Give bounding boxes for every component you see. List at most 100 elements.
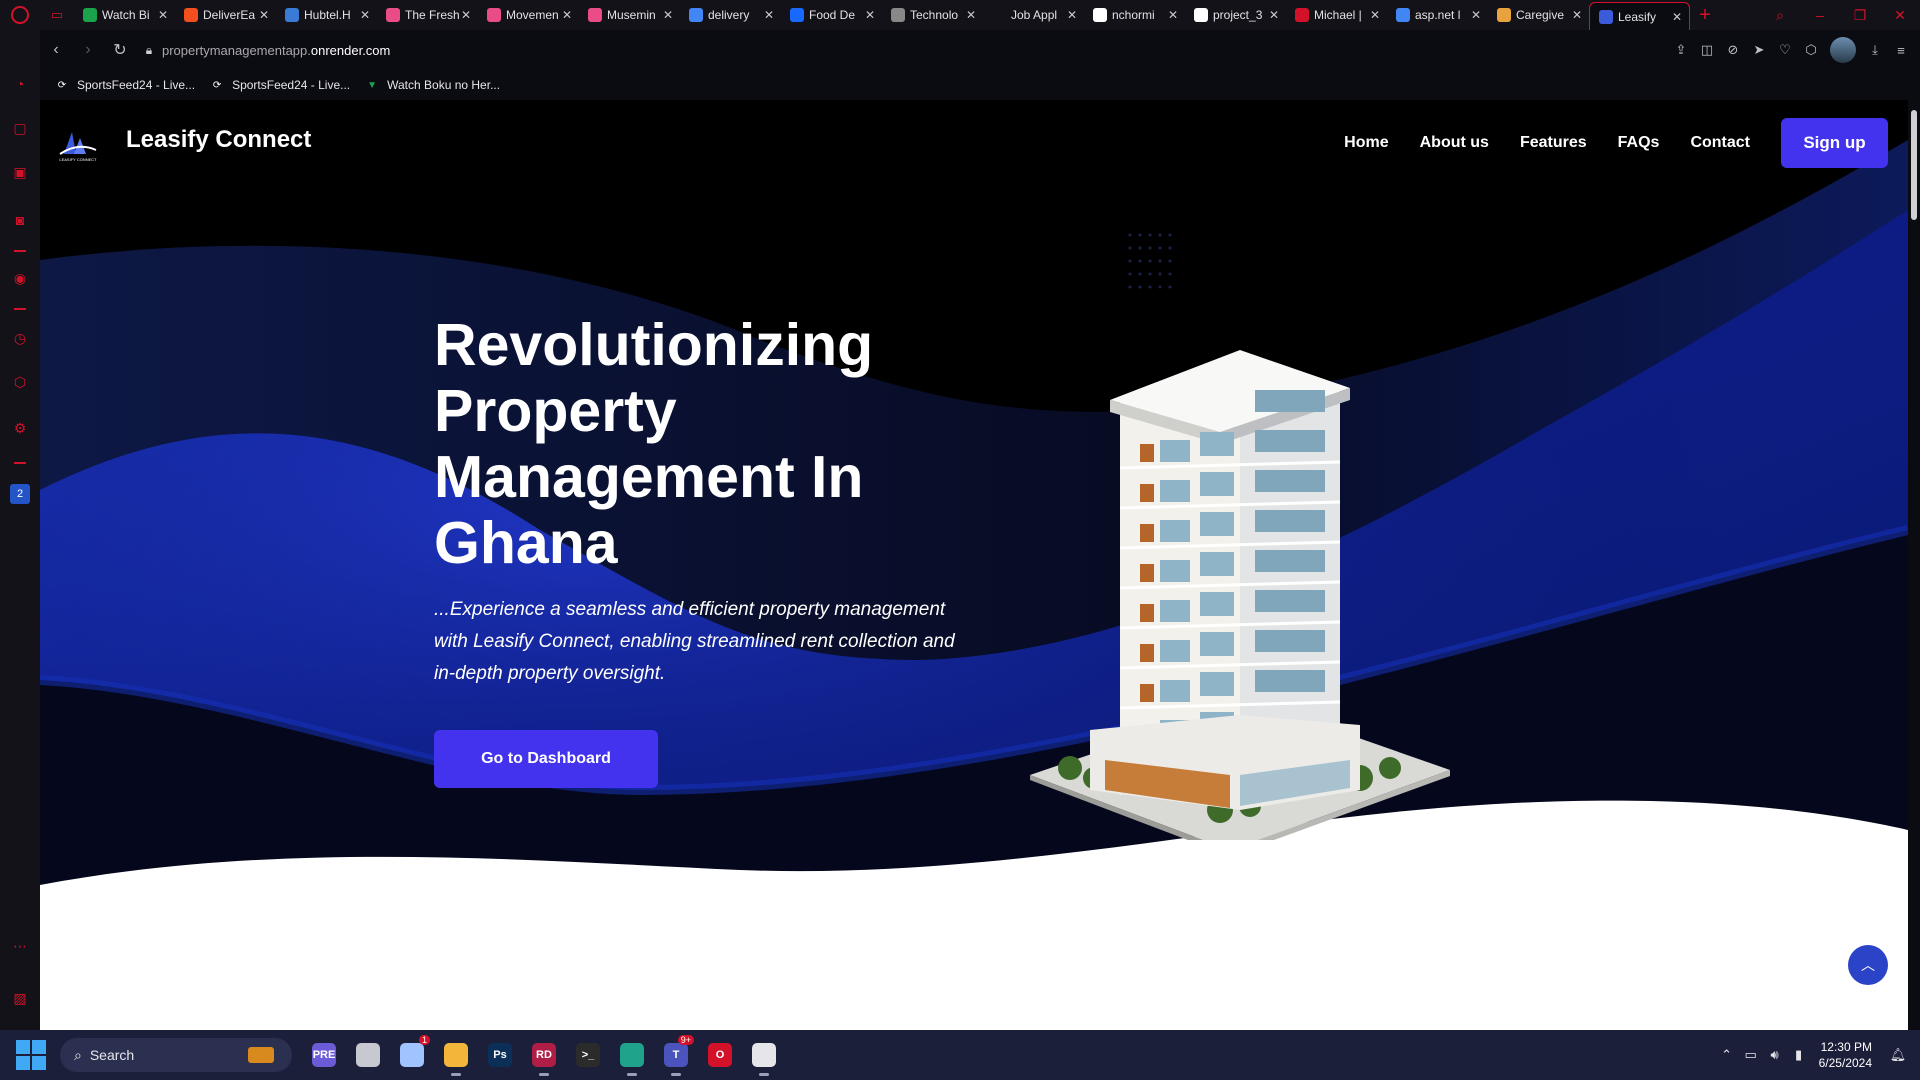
tab-close-icon[interactable]: ✕ — [156, 8, 170, 22]
browser-tab[interactable]: Watch Bi ✕ — [74, 2, 175, 28]
taskbar-app-weather[interactable]: 1 — [390, 1033, 434, 1077]
browser-tab[interactable]: nchormi ✕ — [1084, 2, 1185, 28]
tab-close-icon[interactable]: ✕ — [1166, 8, 1180, 22]
volume-icon[interactable]: 🔊︎ — [1763, 1047, 1787, 1063]
browser-tab[interactable]: project_3 ✕ — [1185, 2, 1286, 28]
taskbar-app-rider[interactable]: RD — [522, 1033, 566, 1077]
extensions-box-icon[interactable]: ⬡ — [10, 372, 30, 392]
easy-setup-icon[interactable]: ≡ — [1888, 43, 1914, 58]
workspace-2-icon[interactable]: 2 — [10, 484, 30, 504]
tab-close-icon[interactable]: ✕ — [560, 8, 574, 22]
url-field[interactable]: propertymanagementapp.onrender.com — [162, 43, 390, 58]
nav-features[interactable]: Features — [1520, 134, 1587, 152]
download-icon[interactable]: ⤓ — [1862, 42, 1888, 58]
taskbar-app-file-explorer[interactable] — [434, 1033, 478, 1077]
opera-logo-icon[interactable] — [0, 0, 40, 30]
instagram-icon[interactable]: ◙ — [10, 210, 30, 230]
start-button[interactable] — [16, 1040, 46, 1070]
tab-title: Watch Bi — [102, 8, 150, 22]
twitch-icon[interactable]: ▣ — [10, 162, 30, 182]
leasify-logo-icon[interactable]: LEASIFY CONNECT — [54, 120, 102, 164]
taskbar-app-file-viewer[interactable] — [346, 1033, 390, 1077]
tab-close-icon[interactable]: ✕ — [964, 8, 978, 22]
go-to-dashboard-button[interactable]: Go to Dashboard — [434, 730, 658, 788]
workspaces-icon[interactable]: ▭ — [40, 0, 74, 30]
tab-close-icon[interactable]: ✕ — [1267, 8, 1281, 22]
gallery-icon[interactable]: ▨ — [10, 988, 30, 1008]
close-window-button[interactable]: ✕ — [1880, 7, 1920, 24]
nav-faqs[interactable]: FAQs — [1618, 134, 1660, 152]
browser-tab[interactable]: Movemen ✕ — [478, 2, 579, 28]
reload-button[interactable]: ↻ — [104, 40, 136, 60]
snapshot-icon[interactable]: ◫ — [1694, 42, 1720, 58]
bookmark-heart-icon[interactable]: ♡ — [1772, 42, 1798, 58]
extensions-icon[interactable]: ⬡ — [1798, 42, 1824, 58]
shopping-icon[interactable]: ▢ — [10, 118, 30, 138]
tab-close-icon[interactable]: ✕ — [661, 8, 675, 22]
bookmark-item[interactable]: ⟳ SportsFeed24 - Live... — [209, 77, 350, 93]
taskbar-app-edge[interactable] — [610, 1033, 654, 1077]
lock-icon[interactable]: 🔒︎ — [136, 43, 162, 58]
brand-name[interactable]: Leasify Connect — [126, 126, 311, 154]
taskbar-search[interactable]: ⌕ Search — [60, 1038, 292, 1072]
player-icon[interactable]: ◉ — [10, 268, 30, 288]
nav-about[interactable]: About us — [1420, 134, 1489, 152]
tab-close-icon[interactable]: ✕ — [762, 8, 776, 22]
tab-close-icon[interactable]: ✕ — [1469, 8, 1483, 22]
settings-icon[interactable]: ⚙ — [10, 418, 30, 438]
profile-avatar[interactable] — [1830, 37, 1856, 63]
browser-tab[interactable]: delivery ✕ — [680, 2, 781, 28]
new-tab-button[interactable]: + — [1690, 4, 1720, 27]
browser-tab[interactable]: Hubtel.H ✕ — [276, 2, 377, 28]
taskbar-app-opera[interactable]: O — [698, 1033, 742, 1077]
taskbar-app-copilot[interactable]: PRE — [302, 1033, 346, 1077]
browser-tab[interactable]: DeliverEa ✕ — [175, 2, 276, 28]
sidebar-more-icon[interactable]: ⋯ — [10, 936, 30, 956]
restore-button[interactable]: ❐ — [1840, 7, 1880, 24]
taskbar-app-teams[interactable]: T 9+ — [654, 1033, 698, 1077]
tab-close-icon[interactable]: ✕ — [863, 8, 877, 22]
taskbar-app-photoshop[interactable]: Ps — [478, 1033, 522, 1077]
browser-tab[interactable]: Food De ✕ — [781, 2, 882, 28]
battery-icon[interactable]: ▮ — [1787, 1047, 1811, 1063]
share-icon[interactable]: ⇪ — [1668, 42, 1694, 58]
tab-close-icon[interactable]: ✕ — [1570, 8, 1584, 22]
history-icon[interactable]: ◷ — [10, 328, 30, 348]
minimize-button[interactable]: – — [1800, 7, 1840, 23]
signup-button[interactable]: Sign up — [1781, 118, 1888, 168]
taskbar-app-chrome-alt[interactable] — [742, 1033, 786, 1077]
browser-tab[interactable]: Michael | ✕ — [1286, 2, 1387, 28]
tab-close-icon[interactable]: ✕ — [257, 8, 271, 22]
clock[interactable]: 12:30 PM 6/25/2024 — [1819, 1039, 1872, 1071]
speed-dial-icon[interactable]: ◔ — [10, 74, 30, 94]
bookmark-item[interactable]: ▼ Watch Boku no Her... — [364, 77, 500, 93]
tab-close-icon[interactable]: ✕ — [1670, 10, 1684, 24]
adblock-icon[interactable]: ⊘ — [1720, 42, 1746, 58]
forward-button[interactable]: › — [72, 41, 104, 59]
tab-search-icon[interactable]: ⌕ — [1760, 7, 1800, 24]
bookmark-item[interactable]: ⟳ SportsFeed24 - Live... — [54, 77, 195, 93]
browser-tab[interactable]: The Fresh ✕ — [377, 2, 478, 28]
browser-tab[interactable]: Leasify ✕ — [1589, 2, 1690, 30]
tray-overflow-icon[interactable]: ⌃ — [1715, 1047, 1739, 1063]
bookmark-label: SportsFeed24 - Live... — [232, 78, 351, 92]
back-button[interactable]: ‹ — [40, 41, 72, 59]
tab-close-icon[interactable]: ✕ — [358, 8, 372, 22]
notifications-icon[interactable]: 🔔︎ — [1886, 1047, 1910, 1063]
nav-contact[interactable]: Contact — [1690, 134, 1750, 152]
page-scrollbar[interactable] — [1908, 100, 1920, 1030]
browser-tab[interactable]: asp.net l ✕ — [1387, 2, 1488, 28]
browser-tab[interactable]: Caregive ✕ — [1488, 2, 1589, 28]
tab-close-icon[interactable]: ✕ — [1065, 8, 1079, 22]
browser-tab[interactable]: Job Appl ✕ — [983, 2, 1084, 28]
tab-close-icon[interactable]: ✕ — [1368, 8, 1382, 22]
browser-tab[interactable]: Technolo ✕ — [882, 2, 983, 28]
send-icon[interactable]: ➤ — [1746, 42, 1772, 58]
scroll-to-top-button[interactable]: ︿ — [1848, 945, 1888, 985]
nav-home[interactable]: Home — [1344, 134, 1388, 152]
browser-tab[interactable]: Musemin ✕ — [579, 2, 680, 28]
tab-close-icon[interactable]: ✕ — [459, 8, 473, 22]
network-icon[interactable]: ▭ — [1739, 1047, 1763, 1063]
taskbar-app-terminal[interactable]: >_ — [566, 1033, 610, 1077]
scrollbar-thumb[interactable] — [1911, 110, 1917, 220]
